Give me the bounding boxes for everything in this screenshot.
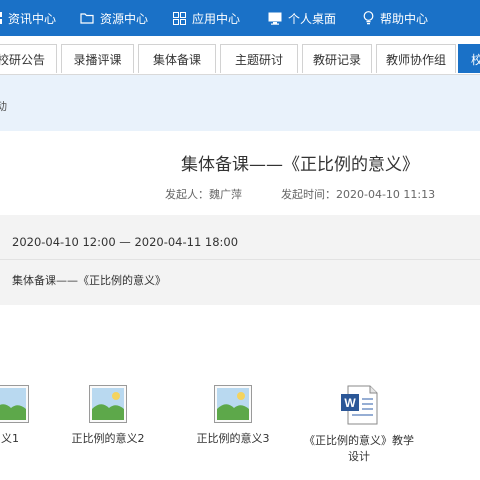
tab-topic-discussion[interactable]: 主题研讨 [220,44,298,73]
tab-label: 录播评课 [73,52,122,67]
monitor-icon [268,12,282,25]
nav-item-desktop[interactable]: 个人桌面 [268,0,336,36]
lightbulb-icon [363,11,374,25]
nav-item-news[interactable]: 资讯中心 [0,0,56,36]
image-file-icon [0,385,29,423]
tab-label: 校 [471,51,480,68]
publish-time-text: 发起时间：2020-04-10 11:13 [281,188,436,201]
tab-announcements[interactable]: 校研公告 [0,44,57,73]
nav-item-label: 应用中心 [192,11,241,26]
tab-label: 校研公告 [0,52,45,67]
folder-icon [80,13,94,24]
module-tabs: 校研公告 录播评课 集体备课 主题研讨 教研记录 教师协作组 校 [0,44,480,75]
tab-label: 主题研讨 [234,52,283,67]
activity-info-box [0,215,480,305]
nav-item-label: 帮助中心 [380,11,429,26]
page-title: 集体备课——《正比例的意义》 [181,155,419,175]
attachment-item[interactable]: W 《正比例的意义》教学设计 [303,385,415,465]
tab-research-records[interactable]: 教研记录 [302,44,372,73]
nav-item-help[interactable]: 帮助中心 [363,0,428,36]
grid-icon [0,12,2,24]
tab-label: 集体备课 [152,52,201,67]
svg-text:W: W [344,396,356,410]
attachment-item[interactable]: 正比例的意义2 [53,385,163,447]
tab-recorded-lessons[interactable]: 录播评课 [61,44,134,73]
attachment-label: 《正比例的意义》教学设计 [304,434,414,463]
activity-time-range: 2020-04-10 12:00 — 2020-04-11 18:00 [12,235,239,249]
nav-item-apps[interactable]: 应用中心 [173,0,240,36]
attachment-label: 正比例的意义2 [71,432,145,445]
nav-item-resources[interactable]: 资源中心 [80,0,148,36]
image-file-icon [214,385,252,423]
word-file-icon: W [340,385,378,425]
nav-item-label: 个人桌面 [288,11,337,26]
breadcrumb[interactable]: 动 [0,98,7,114]
tab-school[interactable]: 校 [458,44,480,73]
tab-group-lesson-prep[interactable]: 集体备课 [138,44,216,73]
activity-subject: 集体备课——《正比例的意义》 [12,274,166,287]
top-navigation-bar: 资讯中心 资源中心 应用中心 个人桌面 帮助中心 [0,0,480,36]
breadcrumb-bar [0,75,480,131]
nav-item-label: 资讯中心 [8,11,57,26]
tab-teacher-groups[interactable]: 教师协作组 [376,44,456,73]
attachment-item[interactable]: 正比例的意义3 [178,385,288,447]
tab-label: 教研记录 [312,52,361,67]
nav-item-label: 资源中心 [100,11,149,26]
tab-label: 教师协作组 [385,52,446,67]
attachment-label: 正比例的意义3 [196,432,270,445]
author-text: 发起人：魏广萍 [165,188,242,201]
image-file-icon [89,385,127,423]
divider [0,259,480,260]
apps-icon [173,11,186,25]
